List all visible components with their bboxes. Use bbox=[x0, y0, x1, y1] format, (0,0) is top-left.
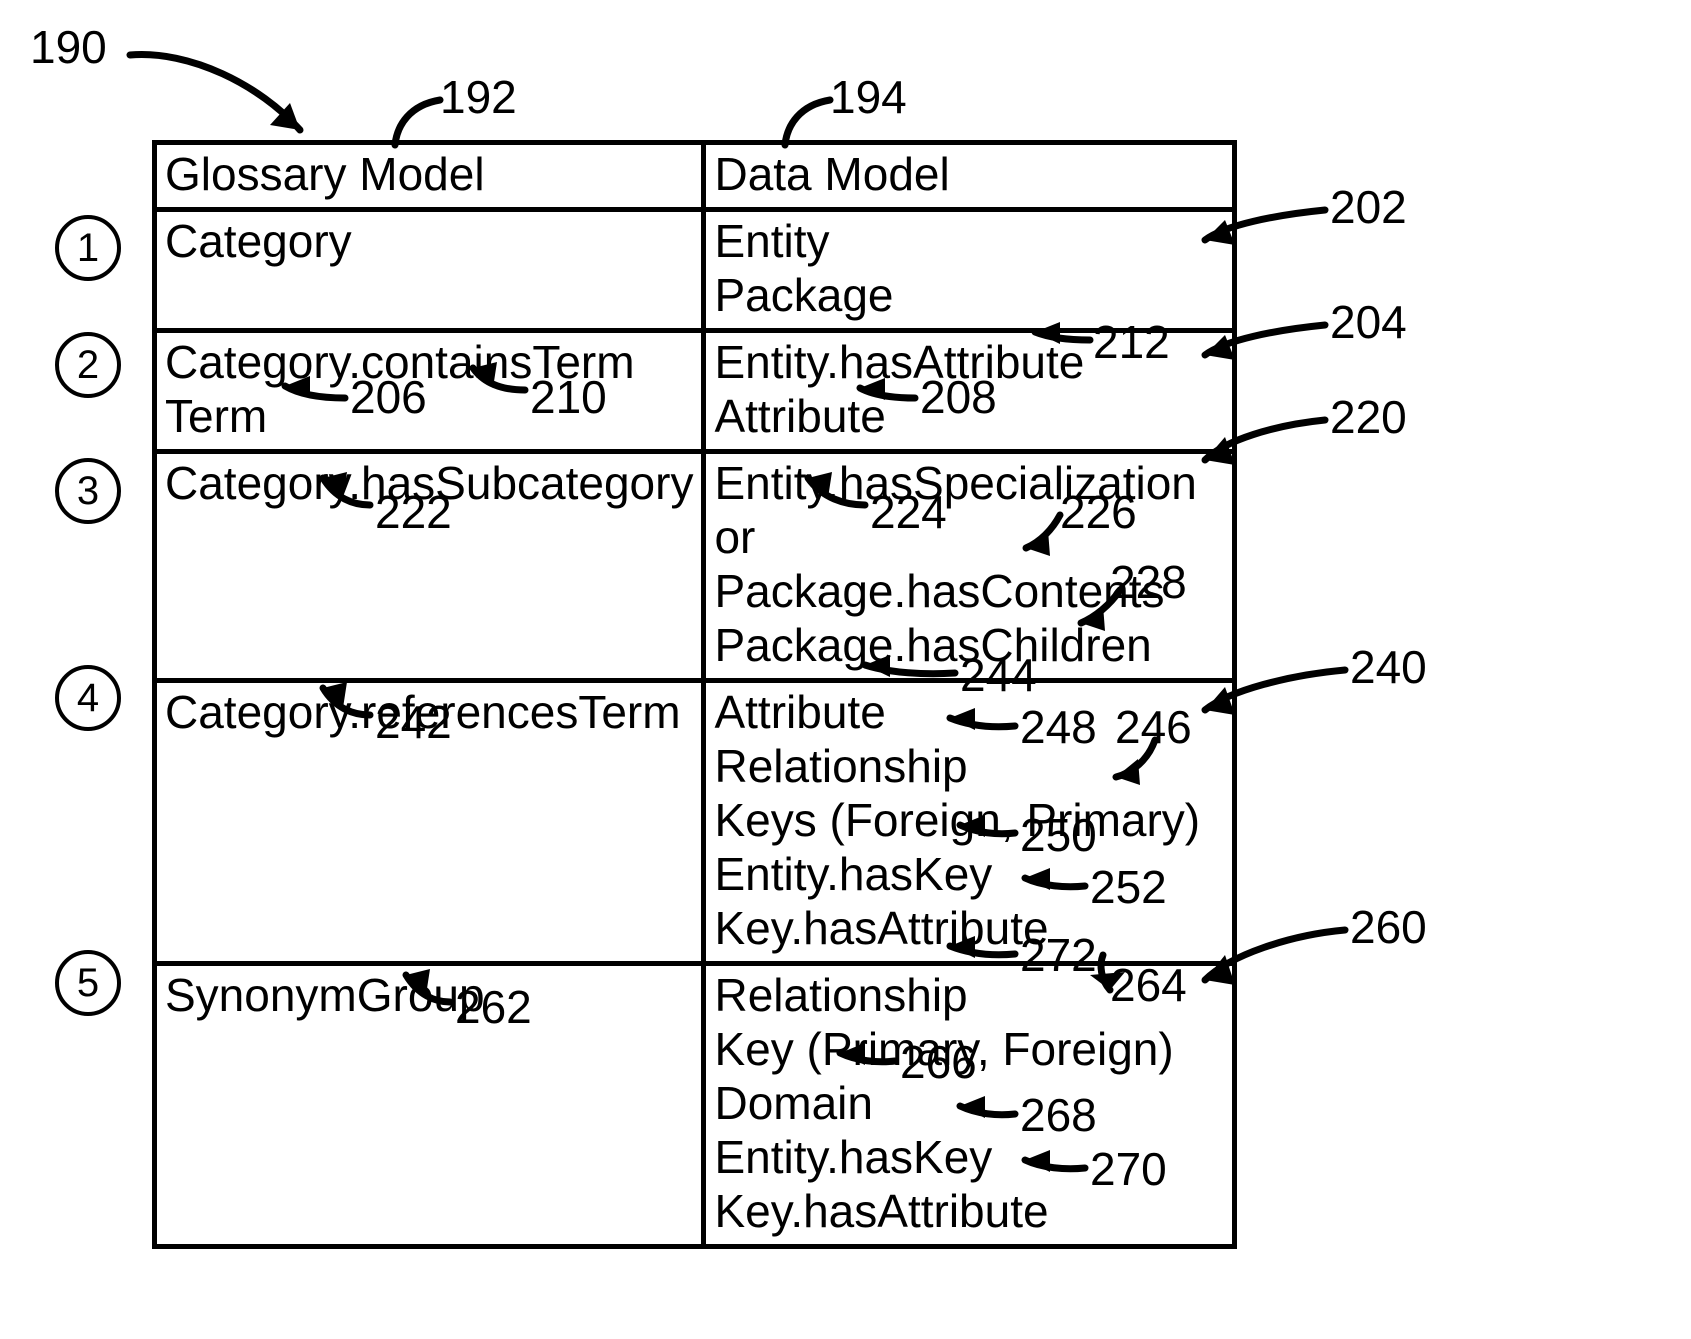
ref-270: 270 bbox=[1090, 1142, 1167, 1196]
ref-192: 192 bbox=[440, 70, 517, 124]
ref-210: 210 bbox=[530, 370, 607, 424]
ref-220: 220 bbox=[1330, 390, 1407, 444]
header-row: Glossary Model Data Model bbox=[155, 143, 1235, 210]
ref-268: 268 bbox=[1020, 1088, 1097, 1142]
ref-224: 224 bbox=[870, 485, 947, 539]
ref-248: 248 bbox=[1020, 700, 1097, 754]
ref-244: 244 bbox=[960, 648, 1037, 702]
row-num-4: 4 bbox=[55, 665, 121, 731]
r2-left-l2: Term bbox=[165, 389, 693, 443]
r4-right-l3: Keys (Foreign, Primary) bbox=[714, 793, 1224, 847]
ref-260: 260 bbox=[1350, 900, 1427, 954]
ref-264: 264 bbox=[1110, 958, 1187, 1012]
row-2: Category.containsTerm Term Entity.hasAtt… bbox=[155, 331, 1235, 452]
ref-246: 246 bbox=[1115, 700, 1192, 754]
row-num-3: 3 bbox=[55, 458, 121, 524]
ref-204: 204 bbox=[1330, 295, 1407, 349]
r1-right-package: Package bbox=[714, 268, 1224, 322]
row-1: Category Entity Package bbox=[155, 210, 1235, 331]
header-glossary: Glossary Model bbox=[155, 143, 704, 210]
row-num-2: 2 bbox=[55, 332, 121, 398]
r2-left-l1: Category.containsTerm bbox=[165, 335, 693, 389]
header-data: Data Model bbox=[704, 143, 1235, 210]
r1-left: Category bbox=[165, 214, 693, 268]
arrow-190 bbox=[120, 45, 320, 145]
ref-208: 208 bbox=[920, 370, 997, 424]
ref-252: 252 bbox=[1090, 860, 1167, 914]
ref-242: 242 bbox=[375, 695, 452, 749]
ref-240: 240 bbox=[1350, 640, 1427, 694]
ref-202: 202 bbox=[1330, 180, 1407, 234]
ref-212: 212 bbox=[1093, 315, 1170, 369]
ref-250: 250 bbox=[1020, 808, 1097, 862]
ref-272: 272 bbox=[1020, 928, 1097, 982]
mapping-table: Glossary Model Data Model Category Entit… bbox=[152, 140, 1237, 1249]
ref-206: 206 bbox=[350, 370, 427, 424]
figure-ref-190: 190 bbox=[30, 20, 107, 74]
diagram-stage: 190 192 194 Glossary Model Data Model Ca… bbox=[0, 0, 1691, 1339]
ref-194: 194 bbox=[830, 70, 907, 124]
row-num-1: 1 bbox=[55, 215, 121, 281]
r1-right-entity: Entity bbox=[714, 214, 1224, 268]
ref-228: 228 bbox=[1110, 555, 1187, 609]
ref-222: 222 bbox=[375, 485, 452, 539]
ref-262: 262 bbox=[455, 980, 532, 1034]
ref-226: 226 bbox=[1060, 485, 1137, 539]
ref-266: 266 bbox=[900, 1035, 977, 1089]
r3-right-l1: Entity.hasSpecialization bbox=[714, 456, 1224, 510]
r5-left-l1: SynonymGroup bbox=[165, 968, 693, 1022]
row-num-5: 5 bbox=[55, 950, 121, 1016]
